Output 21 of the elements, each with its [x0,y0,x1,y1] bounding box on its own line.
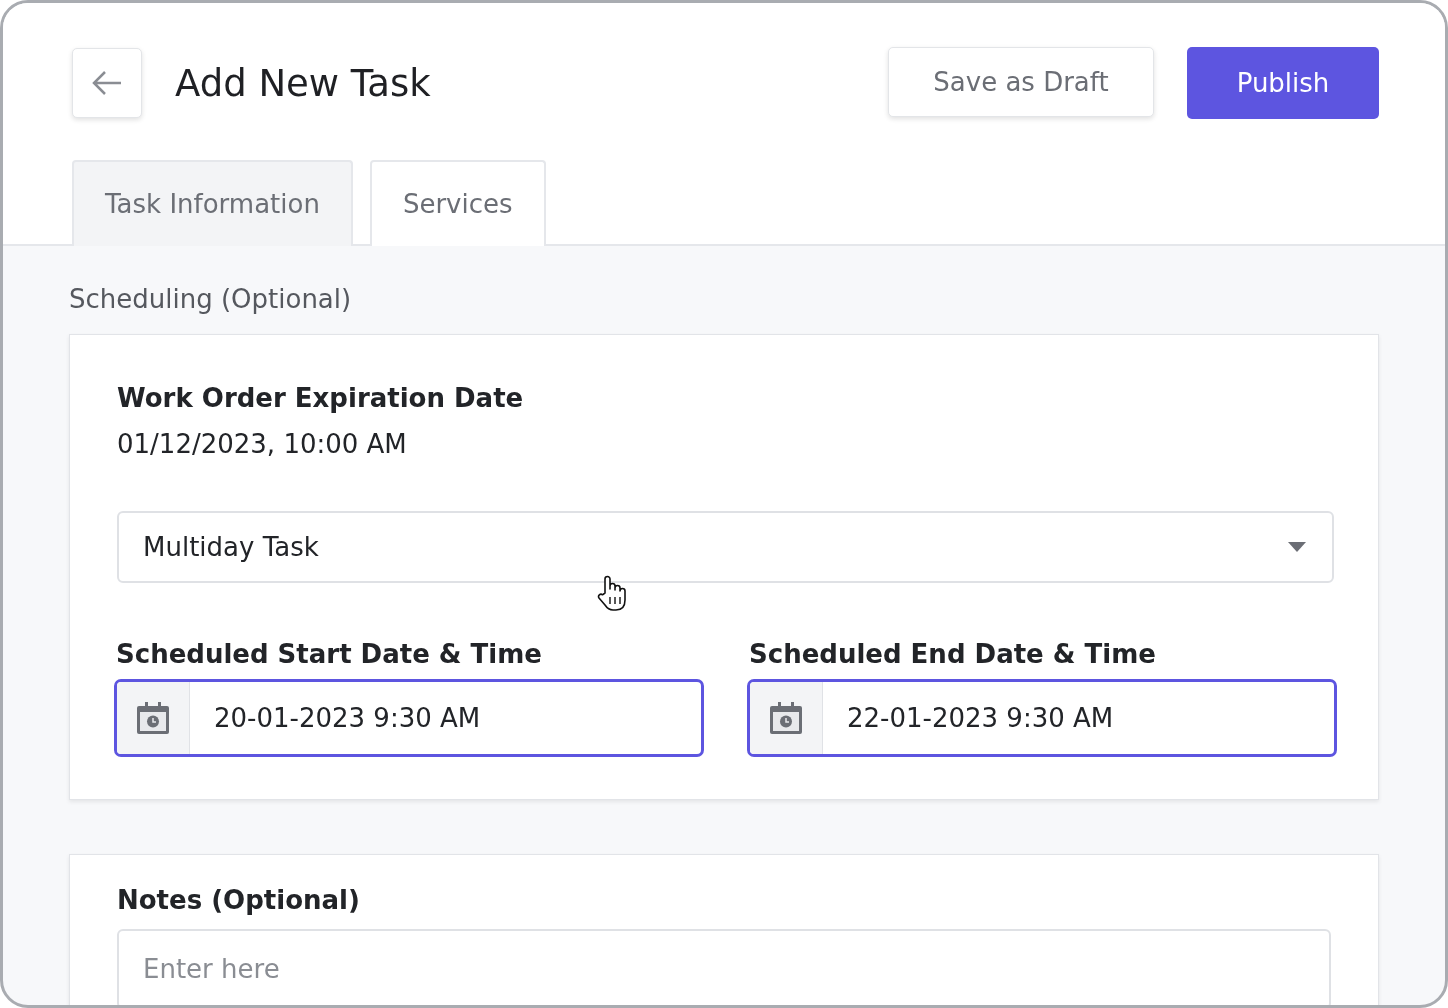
tab[interactable]: Task Information [72,160,353,246]
field-label: Notes (Optional) [117,885,361,915]
field-label: Work Order Expiration Date [117,383,525,413]
hand-cursor-icon [597,575,627,613]
date-time-field[interactable]: 22-01-2023 9:30 AM [747,679,1337,757]
publish-button[interactable]: Publish [1187,47,1379,119]
caret-down-icon [1288,542,1306,552]
back-button[interactable] [72,48,142,118]
save-draft-button[interactable]: Save as Draft [888,47,1154,117]
date-time-field[interactable]: 20-01-2023 9:30 AM [114,679,704,757]
calendar-icon [136,702,170,734]
task-type-dropdown[interactable]: Multiday Task [117,511,1334,583]
calendar-icon [769,702,803,734]
notes-field[interactable]: Enter here [117,929,1331,1005]
field-label: Scheduled End Date & Time [749,639,1157,669]
tab[interactable]: Services [369,160,546,246]
page-title: Add New Task [175,61,432,105]
field-label: Scheduled Start Date & Time [116,639,543,669]
expiration-date-value: 01/12/2023, 10:00 AM [117,429,408,459]
section-heading: Scheduling (Optional) [69,284,353,314]
back-arrow-icon [91,70,123,96]
